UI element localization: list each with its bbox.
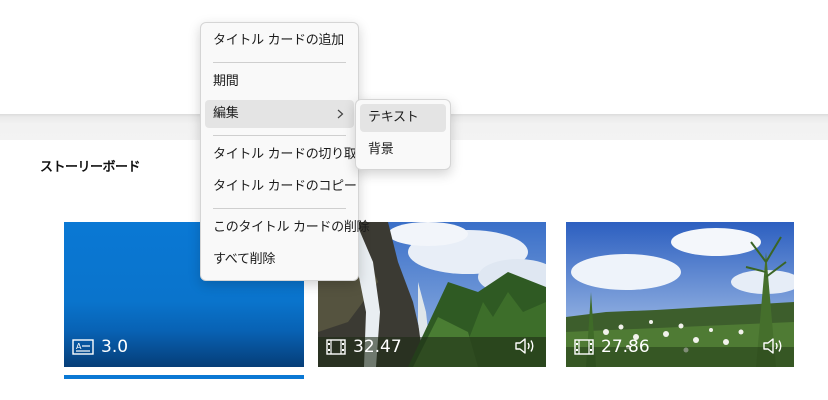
menu-item-label: すべて削除 [213, 252, 276, 267]
menu-item-label: テキスト [368, 110, 419, 125]
menu-item-label: 背景 [368, 142, 394, 157]
preview-area [0, 0, 828, 114]
film-icon [574, 339, 594, 355]
menu-item-label: このタイトル カードの削除 [213, 220, 370, 235]
menu-item-duration[interactable]: 期間 [205, 68, 354, 96]
menu-item-label: タイトル カードの追加 [213, 33, 344, 48]
speaker-icon[interactable] [514, 337, 536, 355]
menu-separator [213, 208, 346, 209]
edit-submenu: テキスト 背景 [355, 99, 451, 170]
menu-separator [213, 62, 346, 63]
title-card-icon: A [72, 339, 94, 355]
clip-duration: 27.86 [601, 337, 650, 357]
menu-item-add-title-card[interactable]: タイトル カードの追加 [205, 27, 354, 55]
menu-separator [213, 135, 346, 136]
menu-item-label: 期間 [213, 74, 239, 89]
speaker-icon[interactable] [762, 337, 784, 355]
submenu-item-background[interactable]: 背景 [360, 136, 446, 164]
film-icon [326, 339, 346, 355]
svg-text:A: A [76, 342, 82, 351]
menu-item-delete-title-card[interactable]: このタイトル カードの削除 [205, 214, 370, 242]
selection-indicator [64, 375, 304, 379]
menu-item-label: タイトル カードの切り取り [213, 147, 370, 162]
storyboard-title: ストーリーボード [40, 160, 141, 175]
menu-item-delete-all[interactable]: すべて削除 [205, 246, 354, 274]
context-menu: タイトル カードの追加 期間 編集 タイトル カードの切り取り タイトル カード… [200, 22, 370, 281]
menu-item-edit[interactable]: 編集 [205, 100, 354, 128]
menu-item-copy-title-card[interactable]: タイトル カードのコピー [205, 173, 357, 201]
clip-duration: 32.47 [353, 337, 402, 357]
chevron-right-icon [337, 109, 344, 119]
clip-meta: A 3.0 [72, 337, 128, 357]
clip-meta: 32.47 [326, 337, 402, 357]
menu-item-cut-title-card[interactable]: タイトル カードの切り取り [205, 141, 370, 169]
clip-duration: 3.0 [101, 337, 129, 357]
storyboard-clip-video[interactable]: 27.86 [566, 222, 794, 367]
clip-meta: 27.86 [574, 337, 650, 357]
submenu-item-text[interactable]: テキスト [360, 104, 446, 132]
video-editor-window: ストーリーボード A 3.0 32.47 27.86 タイトル カードの追加 期… [0, 0, 828, 400]
menu-item-label: タイトル カードのコピー [213, 179, 357, 194]
menu-item-label: 編集 [213, 106, 239, 121]
